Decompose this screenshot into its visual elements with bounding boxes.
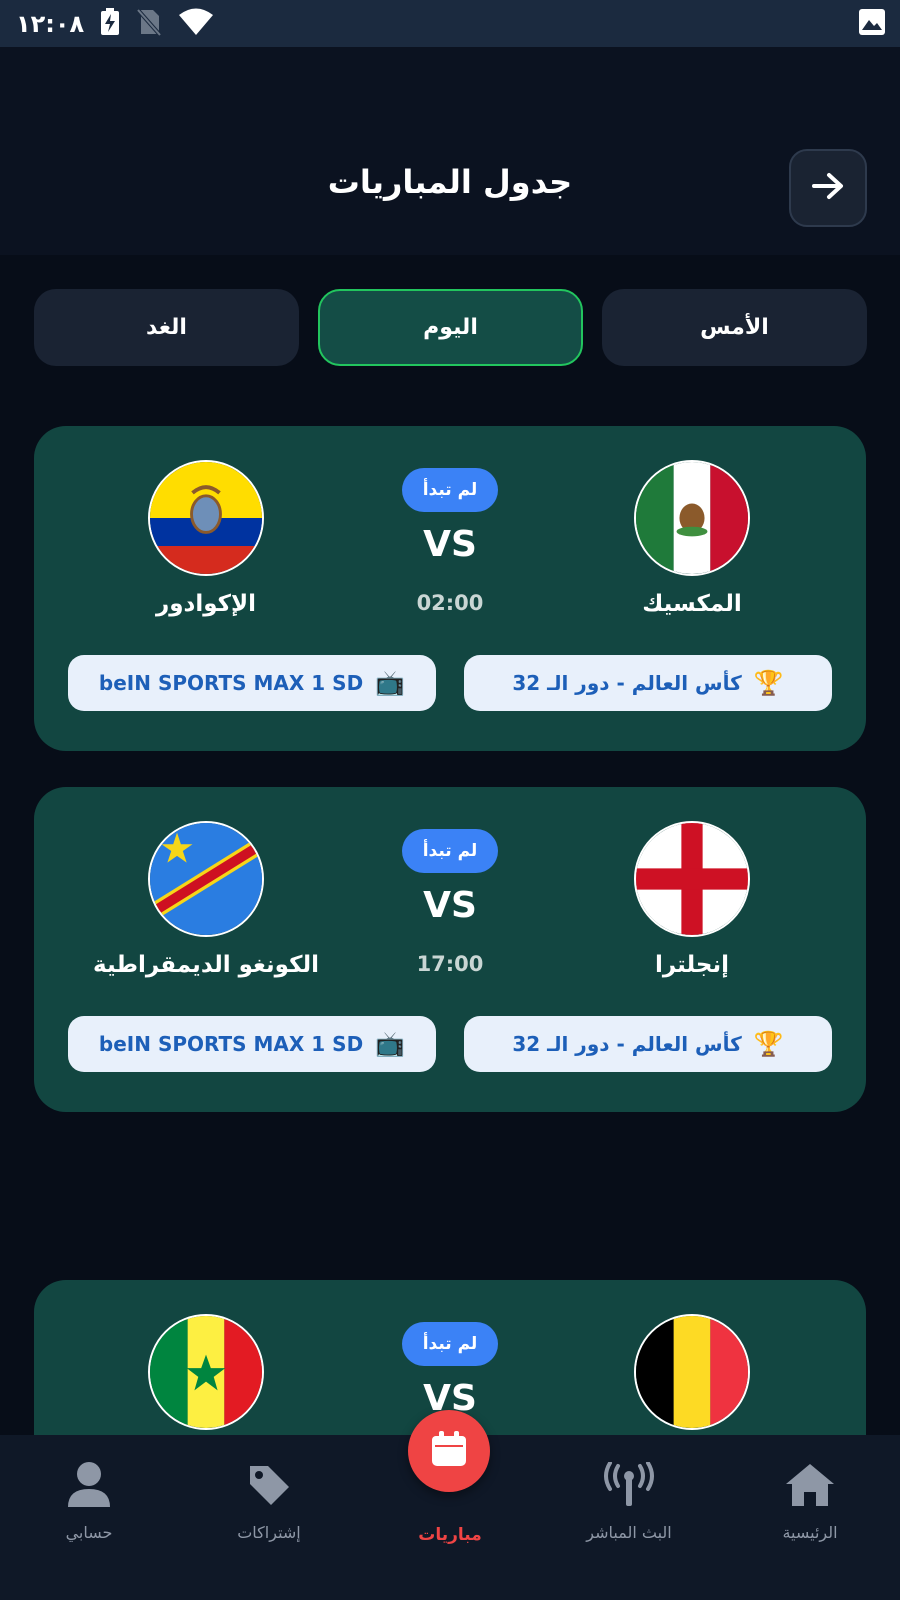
nav-live[interactable]: البث المباشر (549, 1459, 709, 1569)
page-title: جدول المباريات (327, 163, 573, 201)
nav-home-label: الرئيسية (782, 1523, 838, 1542)
match-time: 17:00 (416, 952, 484, 976)
match-status-badge: لم تبدأ (402, 829, 498, 873)
back-button[interactable] (789, 149, 867, 227)
status-bar: ١٢:٠٨ (0, 0, 900, 47)
trophy-icon: 🏆 (753, 669, 784, 697)
wifi-icon (178, 8, 214, 40)
mexico-flag (634, 460, 750, 576)
competition-label: كأس العالم - دور الـ 32 (512, 1032, 742, 1056)
tab-tomorrow[interactable]: الغد (34, 289, 299, 366)
arrow-right-icon (811, 171, 845, 205)
tab-yesterday[interactable]: الأمس (602, 289, 867, 366)
image-notification-icon (858, 8, 886, 40)
nav-subscriptions-label: إشتراكات (237, 1523, 301, 1542)
away-team-name: الكونغو الديمقراطية (93, 952, 319, 978)
tag-icon (243, 1459, 295, 1511)
nav-matches-button[interactable] (408, 1410, 490, 1492)
nav-home[interactable]: الرئيسية (730, 1459, 890, 1569)
home-team-name: المكسيك (642, 591, 742, 617)
match-status-badge: لم تبدأ (402, 468, 498, 512)
app-header (0, 47, 900, 255)
ecuador-flag (148, 460, 264, 576)
match-card[interactable]: المكسيك لم تبدأ VS 02:00 الإكوادور 🏆 كأس… (34, 426, 866, 751)
status-clock: ١٢:٠٨ (16, 9, 85, 38)
home-team-name: إنجلترا (654, 952, 730, 978)
nav-account[interactable]: حسابي (9, 1459, 169, 1569)
match-card[interactable]: إنجلترا لم تبدأ VS 17:00 الكونغو الديمقر… (34, 787, 866, 1112)
match-status-badge: لم تبدأ (402, 1322, 498, 1366)
away-team-name: الإكوادور (155, 591, 257, 617)
nav-matches-label[interactable]: مباريات (370, 1525, 530, 1545)
no-sim-icon (136, 8, 162, 40)
trophy-icon: 🏆 (753, 1030, 784, 1058)
senegal-flag (148, 1314, 264, 1430)
england-flag (634, 821, 750, 937)
home-icon (784, 1459, 836, 1511)
vs-label: VS (423, 524, 477, 565)
battery-charging-icon (100, 7, 120, 40)
channel-label: beIN SPORTS MAX 1 SD (98, 1032, 364, 1056)
nav-subscriptions[interactable]: إشتراكات (189, 1459, 349, 1569)
channel-badge[interactable]: beIN SPORTS MAX 1 SD 📺 (68, 655, 436, 711)
competition-badge[interactable]: 🏆 كأس العالم - دور الـ 32 (464, 1016, 832, 1072)
tv-icon: 📺 (375, 1030, 406, 1058)
channel-badge[interactable]: beIN SPORTS MAX 1 SD 📺 (68, 1016, 436, 1072)
dr-congo-flag (148, 821, 264, 937)
tv-icon: 📺 (375, 669, 406, 697)
match-time: 02:00 (416, 591, 484, 615)
vs-label: VS (423, 885, 477, 926)
user-icon (63, 1459, 115, 1511)
nav-live-label: البث المباشر (586, 1523, 672, 1542)
channel-label: beIN SPORTS MAX 1 SD (98, 671, 364, 695)
competition-badge[interactable]: 🏆 كأس العالم - دور الـ 32 (464, 655, 832, 711)
calendar-icon (430, 1430, 468, 1472)
belgium-flag (634, 1314, 750, 1430)
broadcast-icon (603, 1459, 655, 1511)
tab-today[interactable]: اليوم (318, 289, 583, 366)
competition-label: كأس العالم - دور الـ 32 (512, 671, 742, 695)
nav-account-label: حسابي (65, 1523, 113, 1542)
